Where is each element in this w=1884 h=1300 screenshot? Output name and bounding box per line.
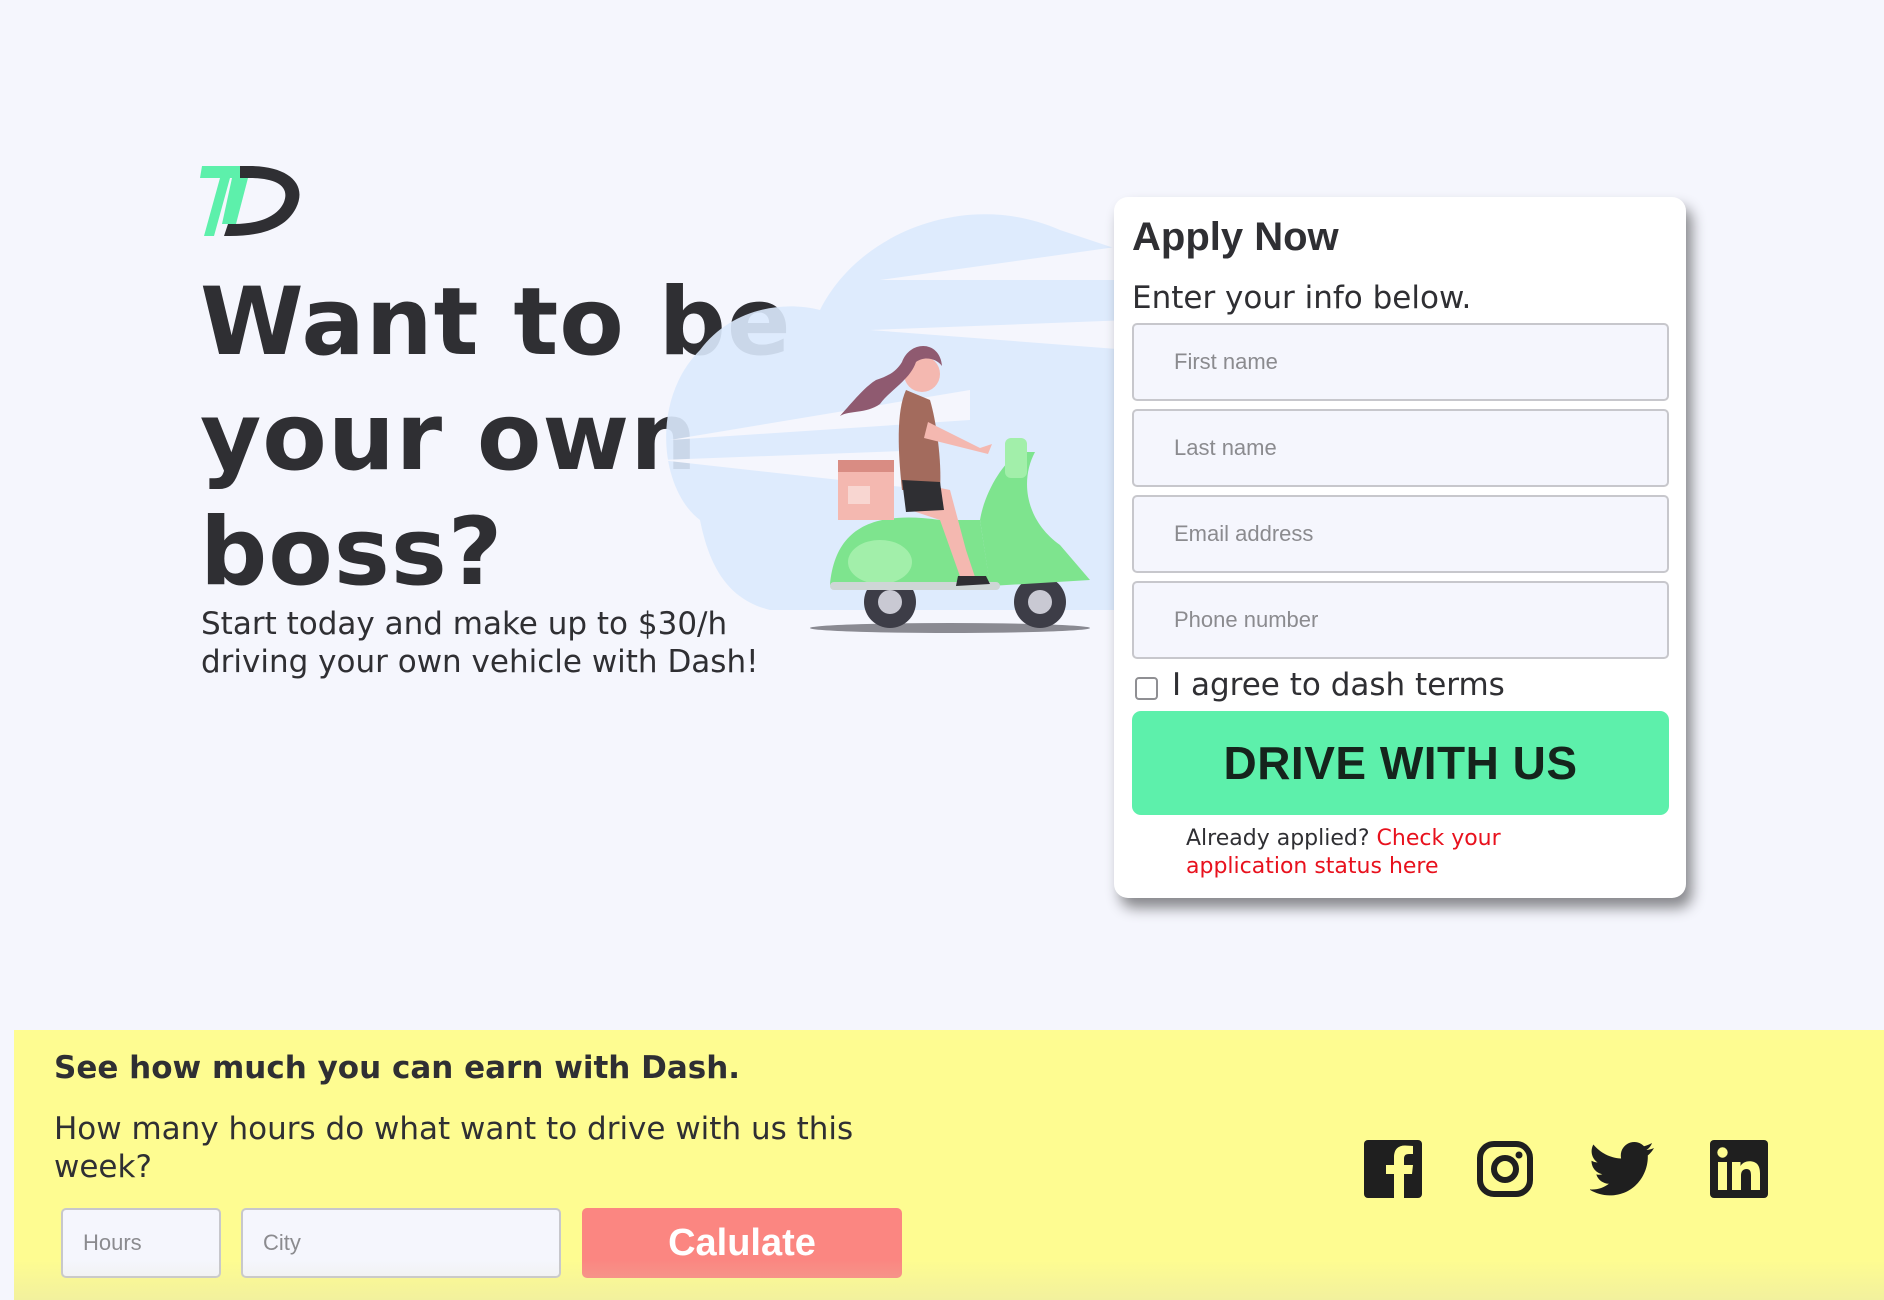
apply-title: Apply Now <box>1132 215 1339 259</box>
instagram-icon[interactable] <box>1476 1140 1534 1198</box>
facebook-icon[interactable] <box>1364 1140 1422 1198</box>
page: Want to be your own boss? Start today an… <box>0 0 1884 1300</box>
twitter-icon[interactable] <box>1590 1140 1654 1198</box>
terms-checkbox[interactable] <box>1135 676 1158 700</box>
dash-logo-icon[interactable] <box>200 164 302 238</box>
apply-subtitle: Enter your info below. <box>1132 280 1472 316</box>
email-input[interactable] <box>1132 495 1669 573</box>
terms-label[interactable]: I agree to dash terms <box>1172 667 1505 703</box>
first-name-input[interactable] <box>1132 323 1669 401</box>
last-name-input[interactable] <box>1132 409 1669 487</box>
earn-question: How many hours do what want to drive wit… <box>54 1111 854 1185</box>
earnings-footer: See how much you can earn with Dash. How… <box>14 1030 1884 1300</box>
linkedin-icon[interactable] <box>1710 1140 1768 1198</box>
drive-with-us-button[interactable]: DRIVE WITH US <box>1132 711 1669 815</box>
apply-card: Apply Now Enter your info below. I agree… <box>1114 197 1686 898</box>
phone-input[interactable] <box>1132 581 1669 659</box>
already-applied-label: Already applied? <box>1186 826 1377 851</box>
footer-bottom-shade <box>14 1260 1884 1300</box>
already-applied-text: Already applied? Check your application … <box>1186 825 1606 881</box>
scooter-rider-illustration <box>640 190 1140 640</box>
terms-row: I agree to dash terms <box>1135 667 1505 703</box>
earn-title: See how much you can earn with Dash. <box>54 1050 741 1086</box>
